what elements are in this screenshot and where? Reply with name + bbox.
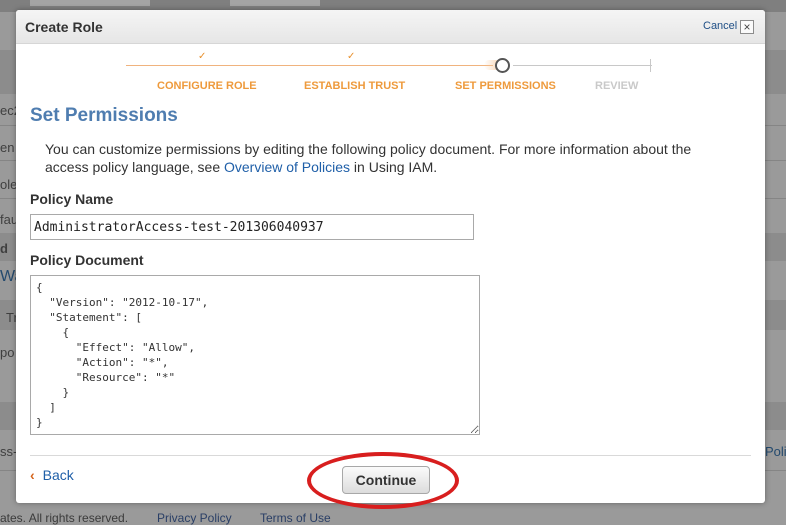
close-icon[interactable]: × (740, 20, 754, 34)
intro-text: You can customize permissions by editing… (45, 140, 735, 176)
background-text: ole (0, 177, 18, 192)
step-establish-trust: ESTABLISH TRUST (304, 80, 406, 92)
wizard-track-end (650, 59, 651, 72)
intro-text-end: in Using IAM. (350, 159, 438, 175)
copyright-text: ates. All rights reserved. (0, 511, 129, 525)
background-link: Polic (765, 444, 786, 459)
step-set-permissions: SET PERMISSIONS (455, 80, 556, 92)
continue-button[interactable]: Continue (342, 466, 430, 494)
step-configure-role: CONFIGURE ROLE (157, 80, 257, 92)
step-complete-check-icon: ✓ (198, 51, 207, 62)
background-tab (30, 0, 150, 6)
create-role-dialog: Create Role Cancel × ✓ ✓ CONFIGURE ROLE … (16, 10, 765, 503)
overview-of-policies-link[interactable]: Overview of Policies (224, 159, 350, 175)
wizard-track-completed (126, 65, 493, 66)
wizard-track-remaining (513, 65, 652, 66)
step-complete-check-icon: ✓ (347, 51, 356, 62)
privacy-policy-link[interactable]: Privacy Policy (157, 511, 232, 525)
dialog-header: Create Role Cancel × (16, 10, 765, 44)
section-heading: Set Permissions (30, 105, 178, 126)
step-review: REVIEW (595, 80, 639, 92)
background-text: en (0, 140, 15, 155)
back-link[interactable]: ‹ Back (30, 467, 74, 483)
chevron-left-icon: ‹ (30, 467, 35, 483)
background-tab (230, 0, 320, 6)
cancel-link[interactable]: Cancel (703, 20, 737, 32)
dialog-title: Create Role (25, 19, 103, 35)
current-step-circle-icon (495, 58, 510, 73)
policy-document-textarea[interactable]: { "Version": "2012-10-17", "Statement": … (30, 275, 480, 435)
background-text: po (0, 345, 15, 360)
background-footer: ates. All rights reserved. Privacy Polic… (0, 506, 786, 525)
footer-divider (30, 455, 751, 456)
background-text: ss- (0, 444, 18, 459)
policy-name-input[interactable] (30, 214, 474, 240)
policy-document-label: Policy Document (30, 252, 144, 268)
policy-name-label: Policy Name (30, 191, 114, 207)
terms-of-use-link[interactable]: Terms of Use (260, 511, 331, 525)
back-label: Back (42, 467, 74, 483)
background-text: d (0, 241, 8, 256)
